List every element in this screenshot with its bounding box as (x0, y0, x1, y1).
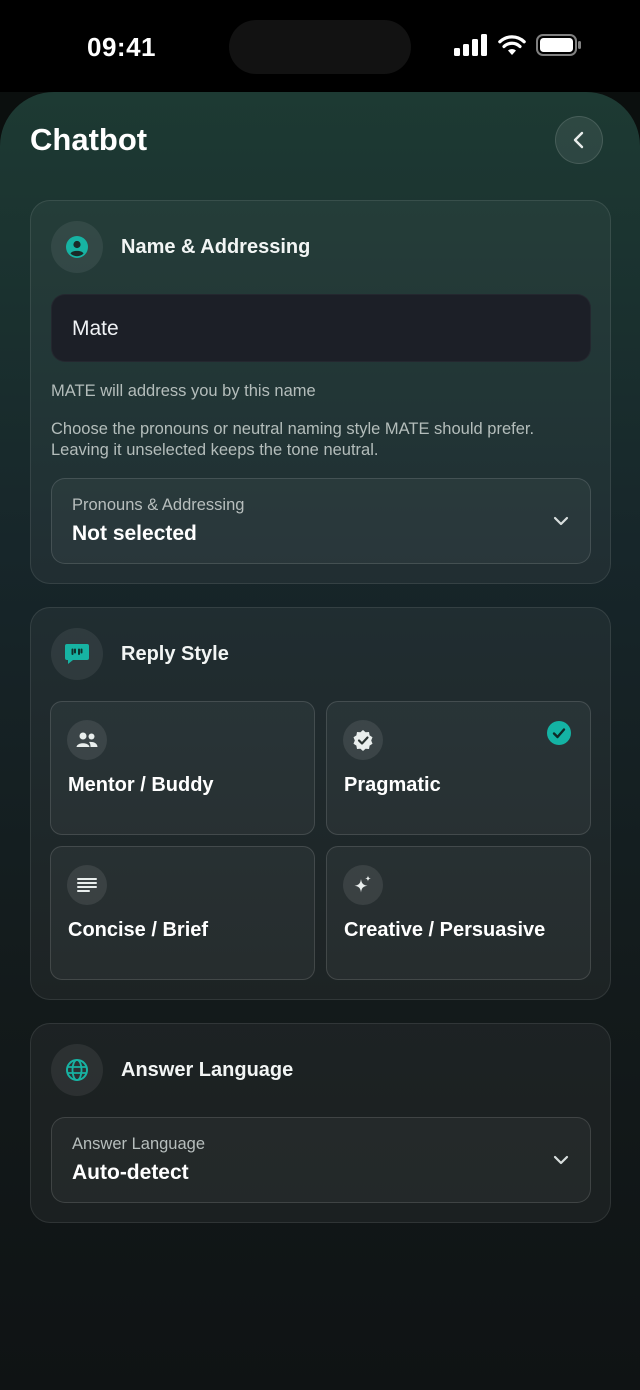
reply-style-card: Reply Style Mentor / Buddy Pragmatic Con… (30, 607, 611, 1000)
verified-badge-icon (343, 720, 383, 760)
name-hint: MATE will address you by this name (51, 382, 316, 400)
pronouns-select[interactable]: Pronouns & Addressing Not selected (51, 478, 591, 564)
name-card-header: Name & Addressing (51, 221, 310, 273)
pronouns-select-label: Pronouns & Addressing (72, 496, 245, 514)
selected-check-icon (547, 721, 571, 745)
people-icon (67, 720, 107, 760)
wifi-icon (498, 35, 526, 55)
quote-bubble-icon (51, 628, 103, 680)
name-addressing-card: Name & Addressing Mate MATE will address… (30, 200, 611, 584)
status-time: 09:41 (87, 32, 156, 62)
pronoun-hint: Choose the pronouns or neutral naming st… (51, 420, 535, 459)
reply-option-label: Mentor / Buddy (68, 774, 214, 796)
reply-card-title: Reply Style (121, 642, 229, 665)
language-card-title: Answer Language (121, 1058, 294, 1081)
answer-language-card: Answer Language Answer Language Auto-det… (30, 1023, 611, 1223)
page-title: Chatbot (30, 122, 148, 157)
dynamic-island (229, 20, 411, 74)
reply-option-pragmatic[interactable]: Pragmatic (326, 701, 591, 835)
signal-icon (454, 34, 487, 56)
chevron-down-icon (553, 1155, 569, 1165)
pronouns-select-value: Not selected (72, 522, 197, 545)
battery-icon (536, 34, 581, 56)
status-icons (454, 34, 582, 56)
globe-icon (51, 1044, 103, 1096)
answer-language-select-label: Answer Language (72, 1135, 206, 1153)
settings-sheet: Chatbot Name & Addressing Mate MATE will… (0, 92, 640, 1390)
chevron-left-icon (573, 131, 584, 149)
chevron-down-icon (553, 516, 569, 526)
sparkle-icon (343, 865, 383, 905)
answer-language-select[interactable]: Answer Language Auto-detect (51, 1117, 591, 1203)
reply-option-creative-persuasive[interactable]: Creative / Persuasive (326, 846, 591, 980)
reply-option-mentor-buddy[interactable]: Mentor / Buddy (50, 701, 315, 835)
reply-option-label: Concise / Brief (68, 919, 209, 941)
reply-option-label: Pragmatic (344, 774, 441, 796)
lines-icon (67, 865, 107, 905)
name-card-title: Name & Addressing (121, 235, 311, 258)
status-bar: 09:41 (0, 0, 640, 92)
back-button[interactable] (555, 116, 603, 164)
reply-option-label: Creative / Persuasive (344, 919, 546, 941)
person-icon (51, 221, 103, 273)
reply-card-header: Reply Style (51, 628, 229, 680)
name-input[interactable]: Mate (51, 294, 591, 362)
answer-language-select-value: Auto-detect (72, 1161, 189, 1184)
reply-option-concise-brief[interactable]: Concise / Brief (50, 846, 315, 980)
language-card-header: Answer Language (51, 1044, 293, 1096)
